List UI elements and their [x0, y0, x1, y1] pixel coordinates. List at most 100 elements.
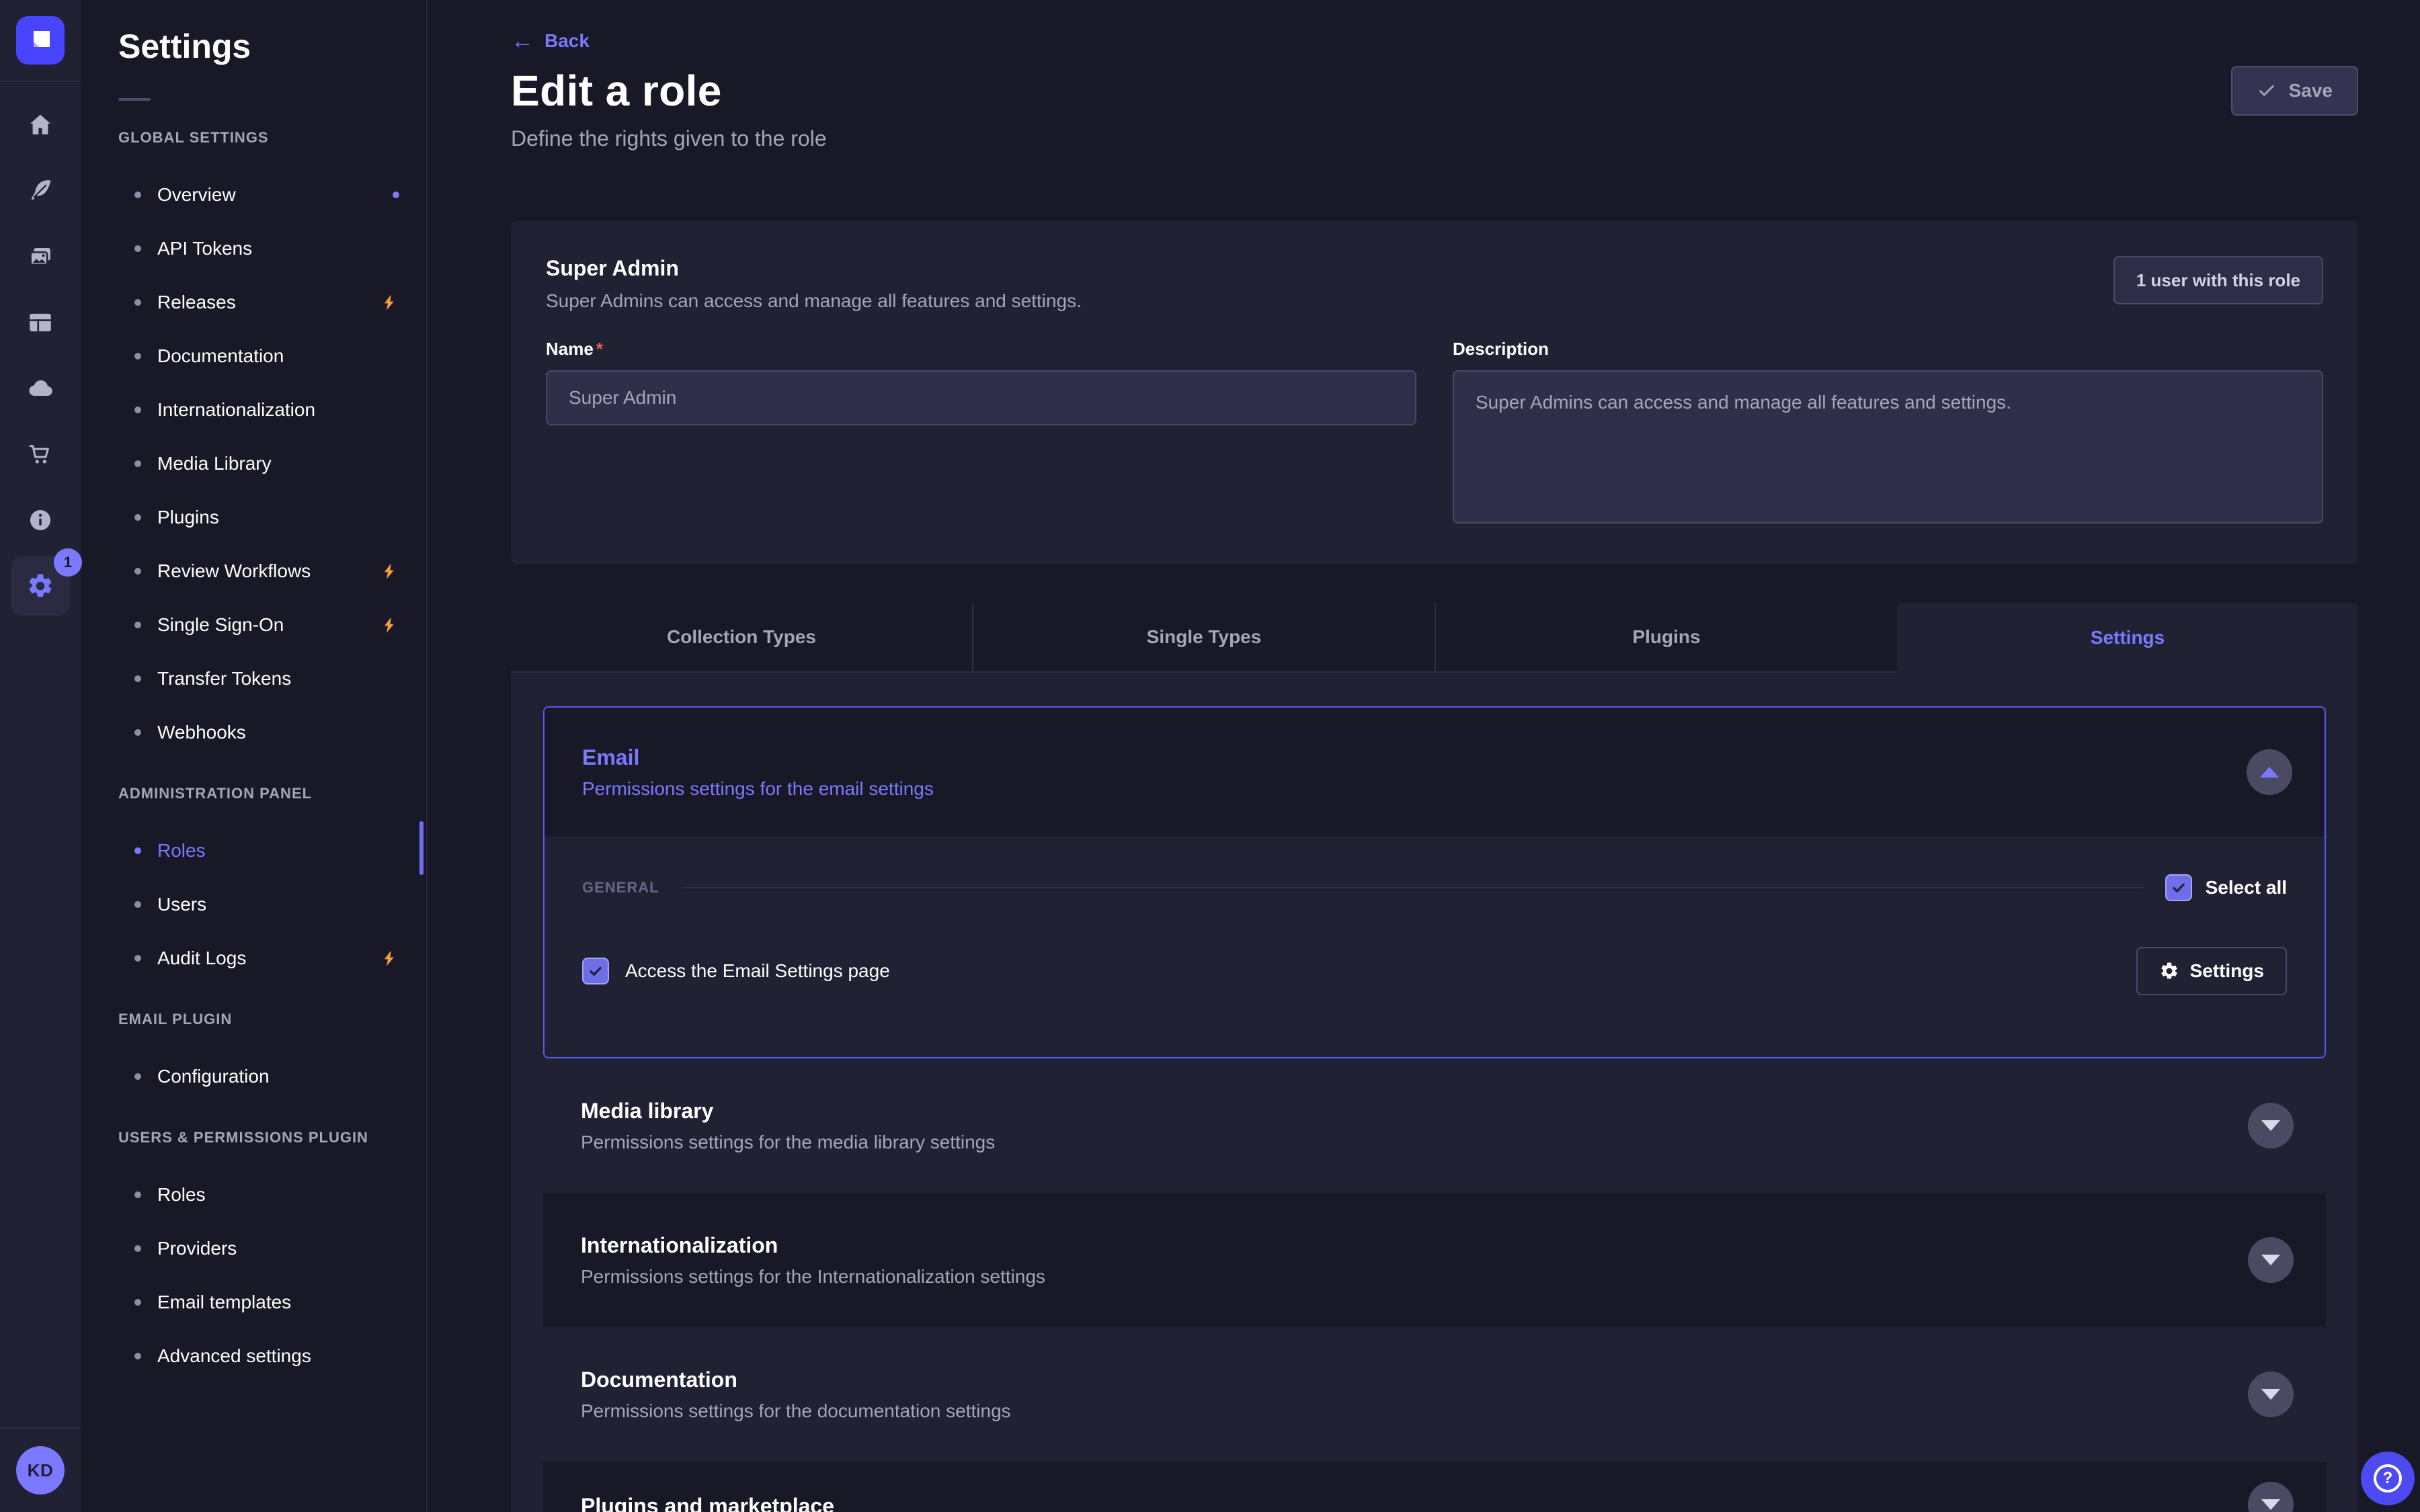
tab-settings[interactable]: Settings [1897, 603, 2358, 673]
nav-content-type-builder[interactable] [11, 293, 70, 352]
accordion-email: Email Permissions settings for the email… [543, 706, 2326, 1058]
expand-button[interactable] [2248, 1482, 2294, 1512]
accordion-email-body: GENERAL Select all Access [544, 837, 2325, 1057]
sidebar-item-single-sign-on[interactable]: Single Sign-On [81, 598, 426, 652]
sidebar-section-list: Configuration [81, 1050, 426, 1103]
sidebar-item-email-templates[interactable]: Email templates [81, 1275, 426, 1329]
role-description-text: Super Admins can access and manage all f… [546, 290, 1082, 312]
bullet-icon [134, 514, 141, 521]
accordion-title: Email [582, 745, 934, 770]
nav-home[interactable] [11, 95, 70, 155]
page-subtitle: Define the rights given to the role [511, 126, 2358, 151]
sidebar-item-internationalization[interactable]: Internationalization [81, 383, 426, 437]
save-button[interactable]: Save [2231, 66, 2358, 116]
help-button[interactable]: ? [2361, 1452, 2415, 1505]
chevron-down-icon [2261, 1255, 2280, 1265]
sidebar-item-documentation[interactable]: Documentation [81, 329, 426, 383]
gear-icon [2159, 961, 2179, 981]
pictures-icon [26, 243, 54, 271]
sidebar-item-label: Advanced settings [157, 1345, 311, 1367]
section-label-email-plugin: EMAIL PLUGIN [118, 1011, 394, 1028]
tab-label: Plugins [1632, 626, 1700, 648]
save-label: Save [2289, 80, 2333, 101]
accordion-title: Documentation [581, 1368, 1011, 1392]
sidebar-item-label: Releases [157, 292, 236, 313]
sidebar-item-api-tokens[interactable]: API Tokens [81, 222, 426, 276]
page-title: Edit a role [511, 66, 722, 116]
bullet-icon [134, 1245, 141, 1252]
sidebar-scrollbar-thumb[interactable] [419, 821, 424, 875]
email-settings-button[interactable]: Settings [2136, 947, 2287, 995]
nav-cloud[interactable] [11, 359, 70, 418]
sidebar-item-roles[interactable]: Roles [81, 824, 426, 878]
bullet-icon [134, 407, 141, 413]
sidebar-item-releases[interactable]: Releases [81, 276, 426, 329]
accordion-internationalization[interactable]: Internationalization Permissions setting… [543, 1193, 2326, 1327]
group-label: GENERAL [582, 879, 659, 896]
sidebar-item-label: Configuration [157, 1066, 270, 1087]
sidebar-item-review-workflows[interactable]: Review Workflows [81, 544, 426, 598]
select-all-control[interactable]: Select all [2165, 874, 2287, 901]
expand-button[interactable] [2248, 1237, 2294, 1283]
description-field-group: Description Super Admins can access and … [1453, 339, 2323, 529]
lightning-icon [380, 293, 399, 312]
sidebar-item-up-roles[interactable]: Roles [81, 1168, 426, 1222]
expand-button[interactable] [2248, 1103, 2294, 1148]
nav-settings[interactable]: 1 [11, 556, 70, 616]
sidebar-item-configuration[interactable]: Configuration [81, 1050, 426, 1103]
nav-media-library[interactable] [11, 227, 70, 286]
nav-content-manager[interactable] [11, 161, 70, 220]
accordion-media-library[interactable]: Media library Permissions settings for t… [543, 1058, 2326, 1193]
strapi-logo[interactable] [16, 16, 65, 65]
permission-checkbox[interactable] [582, 958, 609, 984]
required-asterisk: * [596, 339, 603, 359]
nav-information[interactable] [11, 491, 70, 550]
description-textarea[interactable]: Super Admins can access and manage all f… [1453, 370, 2323, 523]
sidebar-item-audit-logs[interactable]: Audit Logs [81, 931, 426, 985]
chevron-down-icon [2261, 1120, 2280, 1131]
page-header: Edit a role Save [511, 66, 2358, 116]
collapse-button[interactable] [2247, 749, 2292, 795]
settings-button-label: Settings [2190, 960, 2264, 982]
accordion-documentation[interactable]: Documentation Permissions settings for t… [543, 1327, 2326, 1462]
nav-marketplace[interactable] [11, 425, 70, 484]
accordion-titles: Plugins and marketplace [581, 1494, 834, 1512]
role-card-titles: Super Admin Super Admins can access and … [546, 256, 1082, 312]
accordion-plugins-and-marketplace[interactable]: Plugins and marketplace [543, 1462, 2326, 1512]
indicator-wrap [393, 192, 399, 198]
sidebar-item-providers[interactable]: Providers [81, 1222, 426, 1275]
lightning-icon [380, 949, 399, 968]
bullet-icon [134, 568, 141, 575]
sidebar-item-media-library[interactable]: Media Library [81, 437, 426, 491]
accordion-subtitle: Permissions settings for the documentati… [581, 1400, 1011, 1422]
select-all-checkbox[interactable] [2165, 874, 2192, 901]
check-icon [586, 962, 605, 980]
sidebar-item-label: Users [157, 894, 206, 915]
bullet-icon [134, 1073, 141, 1080]
sidebar-item-overview[interactable]: Overview [81, 168, 426, 222]
chevron-down-icon [2261, 1389, 2280, 1400]
sidebar-item-advanced-settings[interactable]: Advanced settings [81, 1329, 426, 1383]
bullet-icon [134, 675, 141, 682]
sidebar-item-label: Audit Logs [157, 948, 246, 969]
expand-button[interactable] [2248, 1372, 2294, 1417]
tab-collection-types[interactable]: Collection Types [511, 603, 973, 673]
icon-rail: 1 KD [0, 0, 81, 1512]
sidebar-item-label: Plugins [157, 507, 219, 528]
sidebar-item-plugins[interactable]: Plugins [81, 491, 426, 544]
bullet-icon [134, 847, 141, 854]
back-link[interactable]: ← Back [511, 30, 590, 52]
tab-plugins[interactable]: Plugins [1436, 603, 1897, 673]
user-avatar[interactable]: KD [16, 1446, 65, 1495]
sidebar-item-webhooks[interactable]: Webhooks [81, 706, 426, 759]
sidebar-item-users[interactable]: Users [81, 878, 426, 931]
sidebar-item-transfer-tokens[interactable]: Transfer Tokens [81, 652, 426, 706]
question-mark-icon: ? [2374, 1464, 2402, 1493]
tab-single-types[interactable]: Single Types [973, 603, 1436, 673]
name-input[interactable] [546, 370, 1416, 425]
users-with-role-button[interactable]: 1 user with this role [2113, 256, 2323, 304]
bullet-icon [134, 955, 141, 962]
notification-dot-icon [393, 192, 399, 198]
accordion-email-header[interactable]: Email Permissions settings for the email… [544, 708, 2325, 837]
sidebar-section-list: Roles Providers Email templates Advanced… [81, 1168, 426, 1383]
